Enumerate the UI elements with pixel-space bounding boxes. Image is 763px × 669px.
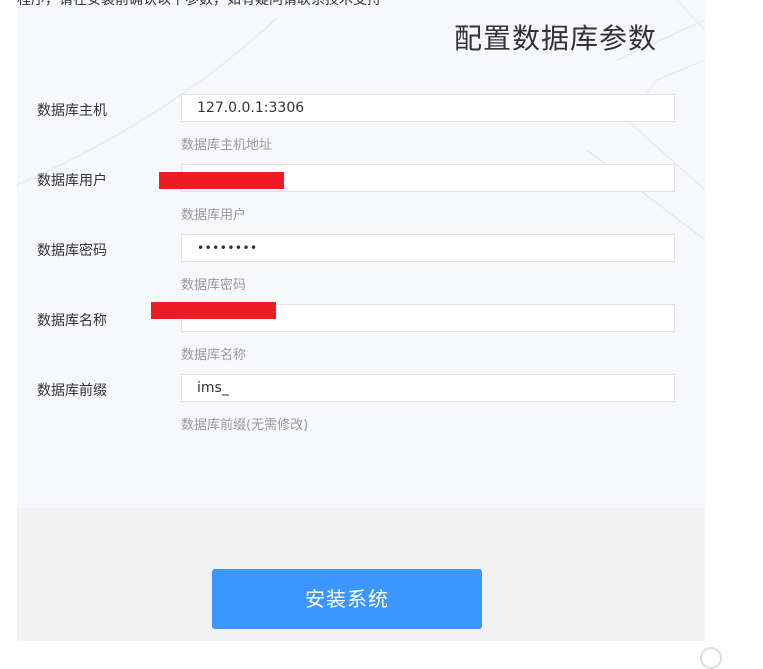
field-label: 数据库前缀: [37, 383, 107, 399]
install-panel: 程序，请在安装前确认以下参数，如有疑问请联系技术支持 配置数据库参数 数据库主机…: [17, 0, 705, 641]
field-label: 数据库名称: [37, 313, 107, 329]
field-label: 数据库用户: [37, 173, 107, 189]
host-input[interactable]: 127.0.0.1:3306: [181, 94, 675, 122]
password-input[interactable]: ••••••••: [181, 234, 675, 262]
field-dbname: 数据库名称 数据库名称: [37, 304, 675, 376]
field-hint: 数据库主机地址: [181, 138, 273, 153]
prefix-input[interactable]: ims_: [181, 374, 675, 402]
redaction-mark: [151, 302, 276, 319]
field-hint: 数据库密码: [181, 278, 247, 293]
field-host: 数据库主机 127.0.0.1:3306 数据库主机地址: [37, 94, 675, 166]
field-label: 数据库主机: [37, 103, 107, 119]
footer-bar: 安装系统: [17, 508, 705, 641]
redaction-mark: [159, 172, 284, 189]
page-title: 配置数据库参数: [453, 22, 657, 55]
field-hint: 数据库前缀(无需修改): [181, 418, 309, 433]
corner-decoration: [700, 647, 722, 669]
install-button[interactable]: 安装系统: [212, 569, 482, 629]
truncated-header-text: 程序，请在安装前确认以下参数，如有疑问请联系技术支持: [17, 0, 447, 6]
field-prefix: 数据库前缀 ims_ 数据库前缀(无需修改): [37, 374, 675, 446]
field-hint: 数据库用户: [181, 208, 247, 223]
field-password: 数据库密码 •••••••• 数据库密码: [37, 234, 675, 306]
field-label: 数据库密码: [37, 243, 107, 259]
field-hint: 数据库名称: [181, 348, 247, 363]
field-user: 数据库用户 数据库用户: [37, 164, 675, 236]
